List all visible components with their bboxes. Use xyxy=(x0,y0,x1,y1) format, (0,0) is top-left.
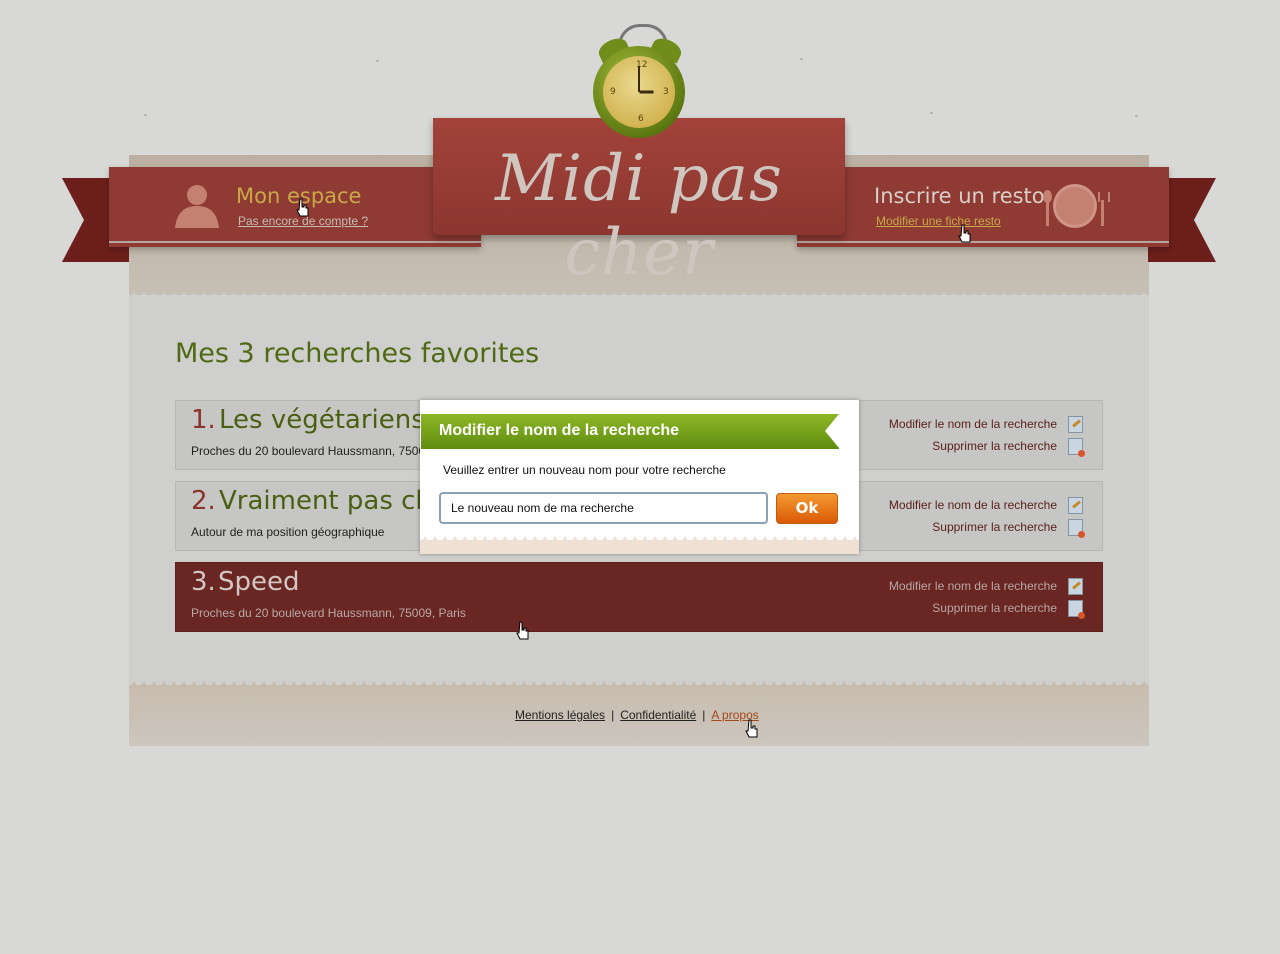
rename-dialog: Modifier le nom de la recherche Veuillez… xyxy=(420,400,859,554)
clock-numeral: 3 xyxy=(663,87,669,97)
dialog-header: Modifier le nom de la recherche xyxy=(421,414,839,449)
clock-face: 12 3 6 9 xyxy=(603,56,675,128)
card-number: 2. xyxy=(191,486,216,516)
card-subtitle: Autour de ma position géographique xyxy=(191,525,385,539)
rename-search-link[interactable]: Modifier le nom de la recherche xyxy=(889,417,1057,431)
plate-icon xyxy=(1056,187,1094,225)
clock-icon: 12 3 6 9 xyxy=(593,46,685,138)
edit-restaurant-link[interactable]: Modifier une fiche resto xyxy=(876,214,1001,228)
dialog-prompt: Veuillez entrer un nouveau nom pour votr… xyxy=(443,463,726,477)
fork-icon xyxy=(1098,192,1110,202)
privacy-link[interactable]: Confidentialité xyxy=(620,708,696,722)
delete-icon[interactable] xyxy=(1068,519,1085,538)
delete-icon[interactable] xyxy=(1068,438,1085,457)
ok-button[interactable]: Ok xyxy=(776,493,838,524)
card-subtitle: Proches du 20 boulevard Haussmann, 75009… xyxy=(191,606,466,620)
delete-search-link[interactable]: Supprimer la recherche xyxy=(932,601,1057,615)
user-avatar-icon xyxy=(175,185,219,228)
footer-separator: | xyxy=(702,708,706,722)
delete-icon[interactable] xyxy=(1068,600,1085,619)
clock-numeral: 9 xyxy=(610,87,616,97)
rename-search-link[interactable]: Modifier le nom de la recherche xyxy=(889,579,1057,593)
ribbon-stripe-left xyxy=(109,241,481,243)
fork-icon-stem xyxy=(1101,200,1104,226)
footer-separator: | xyxy=(611,708,615,722)
dialog-zigzag xyxy=(420,536,859,544)
footer-links: Mentions légales | Confidentialité | A propo… xyxy=(515,708,759,722)
favorites-title: Mes 3 recherches favorites xyxy=(175,338,540,369)
dialog-title: Modifier le nom de la recherche xyxy=(439,422,680,439)
hand-cursor-icon xyxy=(745,719,758,738)
spoon-icon-stem xyxy=(1046,202,1049,226)
legal-link[interactable]: Mentions légales xyxy=(515,708,605,722)
card-subtitle: Proches du 20 boulevard Haussmann, 7500 xyxy=(191,444,426,458)
card-number: 1. xyxy=(191,405,216,435)
card-number: 3. xyxy=(191,567,216,597)
rename-search-link[interactable]: Modifier le nom de la recherche xyxy=(889,498,1057,512)
ribbon-stripe-right xyxy=(797,241,1169,243)
dialog-header-notch xyxy=(825,414,839,448)
search-name-input[interactable] xyxy=(439,492,768,524)
clock-numeral: 6 xyxy=(638,114,644,124)
favorite-search-card[interactable]: 3. Speed Proches du 20 boulevard Haussma… xyxy=(175,562,1103,632)
hand-cursor-icon xyxy=(296,198,309,217)
edit-icon[interactable] xyxy=(1068,497,1083,514)
clock-hour-hand xyxy=(639,90,654,94)
delete-search-link[interactable]: Supprimer la recherche xyxy=(932,439,1057,453)
delete-search-link[interactable]: Supprimer la recherche xyxy=(932,520,1057,534)
hand-cursor-icon xyxy=(516,621,529,640)
card-title: Speed xyxy=(218,567,300,597)
edit-icon[interactable] xyxy=(1068,416,1083,433)
card-title: Les végétariens p xyxy=(219,405,450,435)
zigzag-edge-bottom xyxy=(129,681,1149,689)
edit-icon[interactable] xyxy=(1068,578,1083,595)
register-restaurant-link[interactable]: Inscrire un resto xyxy=(874,184,1045,208)
clock-minute-hand xyxy=(638,66,640,92)
logo-text: Midi pas cher xyxy=(495,142,783,290)
hand-cursor-icon xyxy=(958,224,971,243)
